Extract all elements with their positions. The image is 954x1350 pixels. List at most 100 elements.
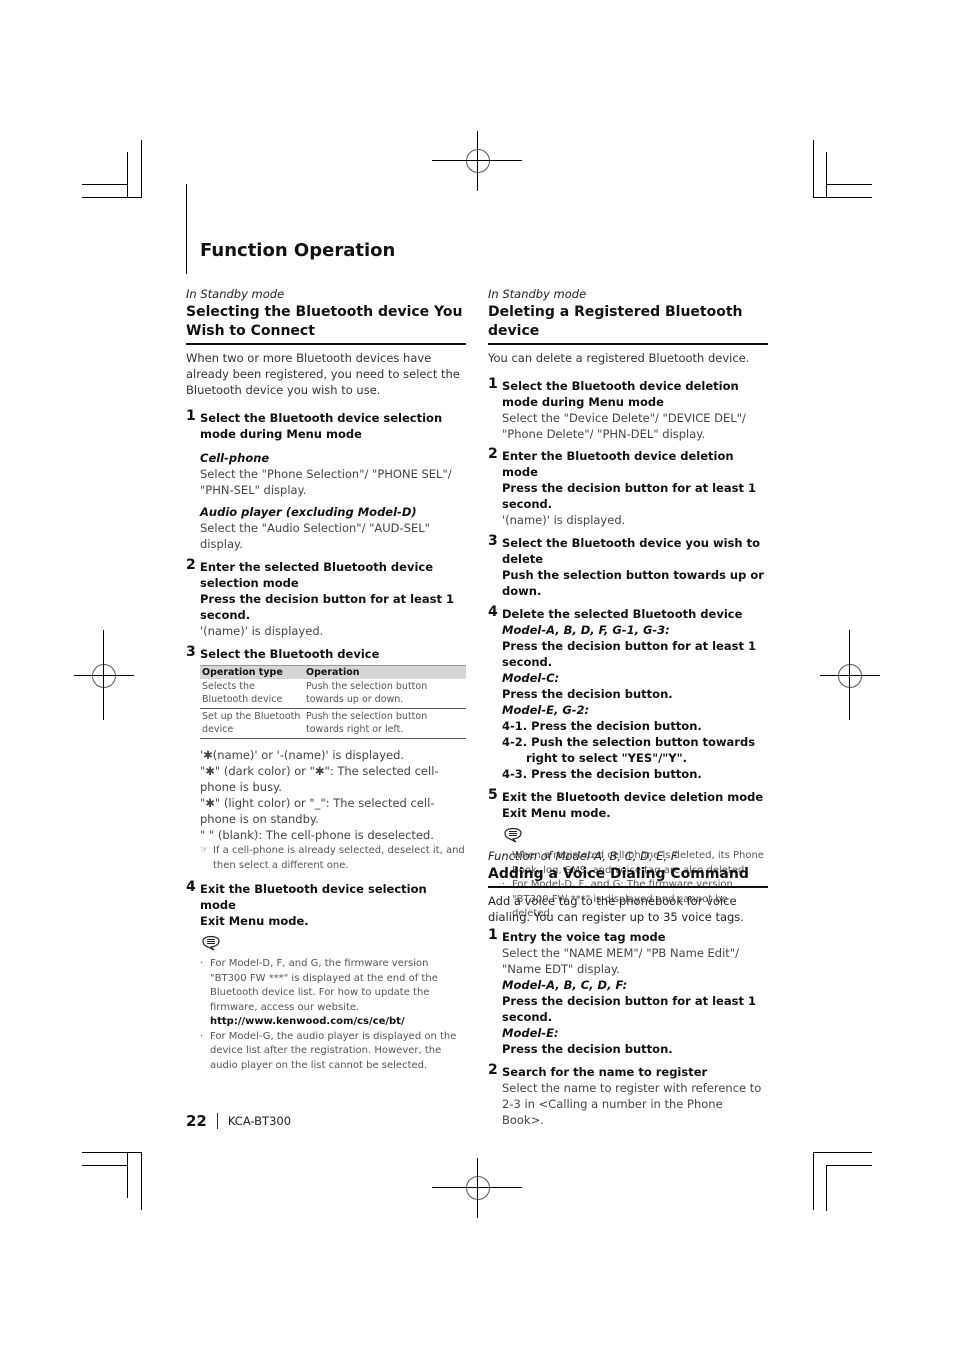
model-name: KCA-BT300 bbox=[227, 1114, 292, 1128]
table-header: Operation bbox=[304, 665, 466, 679]
step-heading: Exit the Bluetooth device deletion mode bbox=[502, 790, 764, 804]
crop-mark bbox=[826, 1165, 872, 1166]
tip-text: If a cell-phone is already selected, des… bbox=[213, 845, 465, 871]
step-heading: Exit the Bluetooth device selection mode bbox=[200, 882, 427, 912]
step-result: '(name)' is displayed. bbox=[200, 624, 324, 638]
audio-player-text: Select the "Audio Selection"/ "AUD-SEL" … bbox=[200, 521, 430, 551]
page-title: Function Operation bbox=[200, 240, 396, 261]
step-number: 4 bbox=[186, 879, 196, 895]
model-action: Press the decision button for at least 1… bbox=[502, 639, 756, 669]
step-heading: Entry the voice tag mode bbox=[502, 930, 666, 944]
step-number: 4 bbox=[488, 604, 498, 620]
cell-phone-text: Select the "Phone Selection"/ "PHONE SEL… bbox=[200, 467, 452, 497]
step-4: 4 Delete the selected Bluetooth device M… bbox=[488, 604, 768, 782]
table-row: Selects the Bluetooth device Push the se… bbox=[200, 679, 466, 709]
model-action: Press the decision button for at least 1… bbox=[502, 994, 756, 1024]
step-heading: Enter the selected Bluetooth device sele… bbox=[200, 560, 434, 590]
step-number: 5 bbox=[488, 787, 498, 803]
crop-mark bbox=[813, 1152, 872, 1153]
title-rule bbox=[186, 184, 187, 274]
table-header: Operation type bbox=[200, 665, 304, 679]
section-delete-device: In Standby mode Deleting a Registered Bl… bbox=[488, 287, 768, 922]
crop-mark bbox=[141, 1152, 142, 1210]
section-title: Adding a Voice Dialing Command bbox=[488, 865, 768, 888]
status-note: "✱" (light color) or "_": The selected c… bbox=[200, 796, 435, 826]
registration-mark bbox=[432, 1158, 522, 1218]
step-text: Select the "NAME MEM"/ "PB Name Edit"/ "… bbox=[502, 946, 739, 976]
registration-mark bbox=[820, 630, 880, 720]
status-note: "✱" (dark color) or "✱": The selected ce… bbox=[200, 764, 439, 794]
crop-mark bbox=[813, 1152, 814, 1210]
step-text: Select the "Device Delete"/ "DEVICE DEL"… bbox=[502, 411, 746, 441]
step-2: 2 Search for the name to register Select… bbox=[488, 1062, 768, 1128]
step-3: 3 Select the Bluetooth device you wish t… bbox=[488, 533, 768, 599]
step-number: 3 bbox=[186, 644, 196, 660]
step-heading: Enter the Bluetooth device deletion mode bbox=[502, 449, 734, 479]
operation-table: Operation type Operation Selects the Blu… bbox=[200, 665, 466, 739]
mode-label: Function of Model-A, B, C, D, E, F bbox=[488, 849, 678, 863]
crop-mark bbox=[82, 184, 128, 185]
crop-mark bbox=[82, 1165, 128, 1166]
section-select-device: In Standby mode Selecting the Bluetooth … bbox=[186, 287, 466, 1073]
crop-mark bbox=[813, 140, 814, 198]
step-result: '(name)' is displayed. bbox=[502, 513, 626, 527]
step-heading: Select the Bluetooth device selection mo… bbox=[200, 411, 443, 441]
table-header-row: Operation type Operation bbox=[200, 665, 466, 679]
step-action: Exit Menu mode. bbox=[200, 914, 309, 928]
crop-mark bbox=[127, 1152, 128, 1198]
model-label: Model-C: bbox=[502, 671, 560, 685]
step-heading: Select the Bluetooth device you wish to … bbox=[502, 536, 760, 566]
status-notes: '✱(name)' or '-(name)' is displayed. "✱"… bbox=[200, 747, 466, 873]
intro-text: Add a voice tag to the phonebook for voi… bbox=[488, 894, 744, 924]
crop-mark bbox=[813, 197, 872, 198]
section-voice-dialing: Function of Model-A, B, C, D, E, F Addin… bbox=[488, 849, 768, 1128]
note-item: For Model-G, the audio player is display… bbox=[200, 1030, 466, 1074]
page-footer: 22 KCA-BT300 bbox=[186, 1112, 291, 1130]
model-action: Press the decision button. bbox=[502, 1042, 673, 1056]
note-text: For Model-D, F, and G, the firmware vers… bbox=[210, 958, 438, 1013]
model-label: Model-A, B, C, D, F: bbox=[502, 978, 628, 992]
step-number: 1 bbox=[488, 927, 498, 943]
note-list: For Model-D, F, and G, the firmware vers… bbox=[200, 957, 466, 1073]
table-row: Set up the Bluetooth device Push the sel… bbox=[200, 708, 466, 739]
section-title: Deleting a Registered Bluetooth device bbox=[488, 303, 768, 345]
step-number: 1 bbox=[186, 408, 196, 424]
intro-text: You can delete a registered Bluetooth de… bbox=[488, 351, 750, 365]
crop-mark bbox=[141, 140, 142, 198]
model-action: Press the decision button. bbox=[502, 687, 673, 701]
status-note: " " (blank): The cell-phone is deselecte… bbox=[200, 828, 434, 842]
step-number: 1 bbox=[488, 376, 498, 392]
step-1: 1 Select the Bluetooth device selection … bbox=[186, 408, 466, 552]
cell-phone-label: Cell-phone bbox=[200, 451, 270, 465]
step-number: 3 bbox=[488, 533, 498, 549]
step-1: 1 Entry the voice tag mode Select the "N… bbox=[488, 927, 768, 1057]
step-action: Exit Menu mode. bbox=[502, 806, 611, 820]
website-link[interactable]: http://www.kenwood.com/cs/ce/bt/ bbox=[210, 1016, 405, 1027]
model-label: Model-A, B, D, F, G-1, G-3: bbox=[502, 623, 670, 637]
step-4: 4 Exit the Bluetooth device selection mo… bbox=[186, 879, 466, 1073]
step-2: 2 Enter the Bluetooth device deletion mo… bbox=[488, 446, 768, 528]
section-title: Selecting the Bluetooth device You Wish … bbox=[186, 303, 466, 345]
status-note: '✱(name)' or '-(name)' is displayed. bbox=[200, 748, 405, 762]
crop-mark bbox=[127, 152, 128, 198]
step-heading: Delete the selected Bluetooth device bbox=[502, 607, 743, 621]
step-action: Press the decision button for at least 1… bbox=[200, 592, 454, 622]
crop-mark bbox=[826, 152, 827, 198]
pointing-hand-icon: ☞ bbox=[200, 845, 209, 855]
note-text: For Model-G, the audio player is display… bbox=[210, 1030, 457, 1071]
table-cell: Set up the Bluetooth device bbox=[200, 708, 304, 739]
footer-divider bbox=[216, 1113, 218, 1129]
registration-mark bbox=[432, 131, 522, 191]
crop-mark bbox=[82, 197, 141, 198]
sub-step: 4-1. Press the decision button. bbox=[502, 719, 702, 733]
step-number: 2 bbox=[186, 557, 196, 573]
step-heading: Select the Bluetooth device deletion mod… bbox=[502, 379, 739, 409]
intro-text: When two or more Bluetooth devices have … bbox=[186, 351, 460, 397]
crop-mark bbox=[826, 1165, 827, 1211]
note-item: For Model-D, F, and G, the firmware vers… bbox=[200, 957, 466, 1030]
step-number: 2 bbox=[488, 1062, 498, 1078]
note-icon bbox=[202, 935, 220, 951]
crop-mark bbox=[826, 184, 872, 185]
model-label: Model-E, G-2: bbox=[502, 703, 590, 717]
crop-mark bbox=[82, 1152, 141, 1153]
